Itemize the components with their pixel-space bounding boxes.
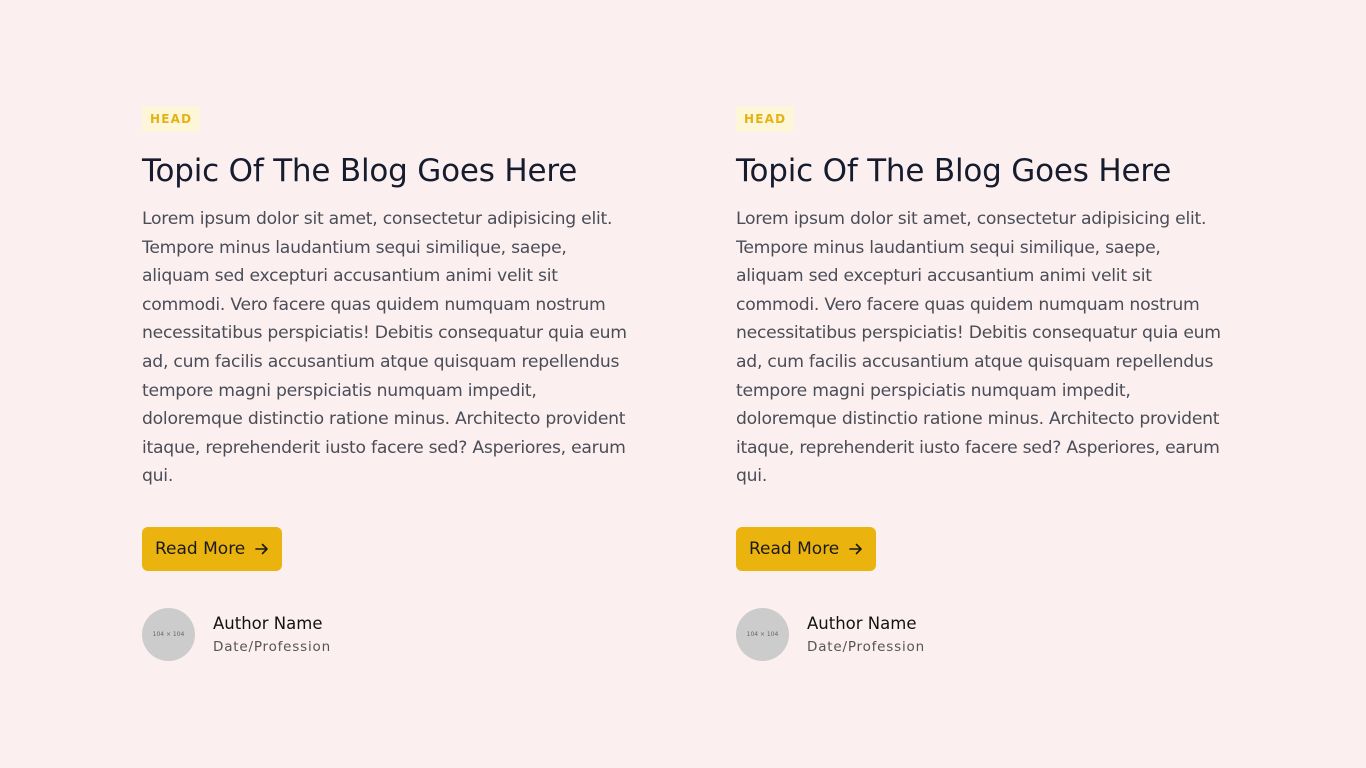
arrow-right-icon: [255, 543, 269, 555]
post-excerpt: Lorem ipsum dolor sit amet, consectetur …: [142, 209, 627, 487]
author-name: Author Name: [807, 613, 917, 633]
avatar-placeholder-text: 104 × 104: [152, 630, 185, 638]
avatar: 104 × 104: [142, 607, 195, 661]
author-name: Author Name: [213, 613, 323, 633]
post-title: Topic Of The Blog Goes Here: [736, 153, 1172, 189]
read-more-label: Read More: [749, 538, 840, 559]
read-more-button[interactable]: Read More: [736, 526, 877, 571]
author-info: Author Name Date/Profession: [807, 613, 925, 656]
author-info: Author Name Date/Profession: [213, 613, 331, 656]
author-block: 104 × 104 Author Name Date/Profession: [142, 607, 632, 661]
category-tag: HEAD: [736, 106, 795, 132]
blog-card-1: HEAD Topic Of The Blog Goes Here Lorem i…: [142, 106, 632, 661]
author-block: 104 × 104 Author Name Date/Profession: [736, 607, 1226, 661]
blog-card-2: HEAD Topic Of The Blog Goes Here Lorem i…: [736, 106, 1226, 661]
author-meta: Date/Profession: [807, 638, 925, 655]
avatar: 104 × 104: [736, 607, 789, 661]
read-more-label: Read More: [155, 538, 246, 559]
author-meta: Date/Profession: [213, 638, 331, 655]
avatar-placeholder-text: 104 × 104: [746, 630, 779, 638]
arrow-right-icon: [849, 543, 863, 555]
post-title: Topic Of The Blog Goes Here: [142, 153, 578, 189]
category-tag: HEAD: [142, 106, 201, 132]
read-more-button[interactable]: Read More: [142, 526, 283, 571]
post-excerpt: Lorem ipsum dolor sit amet, consectetur …: [736, 209, 1221, 487]
